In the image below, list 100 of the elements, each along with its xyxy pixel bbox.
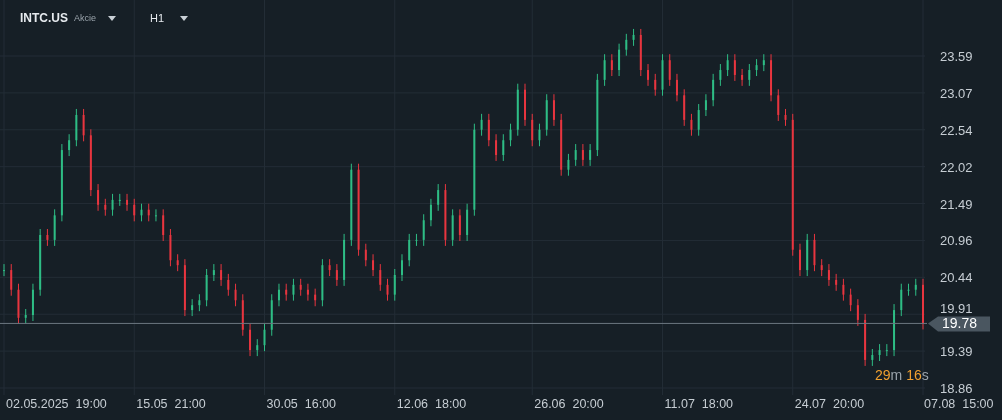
candlestick [458, 208, 461, 242]
candlestick [299, 278, 302, 297]
candlestick [610, 53, 613, 77]
timeframe-dropdown[interactable]: H1 [148, 10, 191, 26]
candlestick [531, 113, 534, 147]
candlestick [647, 63, 649, 87]
price-label: 19.78 [928, 315, 990, 332]
candlestick [690, 113, 693, 137]
candlestick [683, 88, 686, 127]
candlestick [856, 298, 859, 327]
candlestick [849, 288, 852, 312]
candlestick [900, 283, 903, 317]
candlestick [249, 323, 252, 357]
candlestick [552, 93, 555, 127]
candlestick [675, 73, 678, 102]
candlestick [495, 133, 498, 162]
candlestick [256, 338, 259, 357]
countdown-timer: 29m 16s [875, 367, 929, 383]
candlestick [878, 343, 881, 362]
candlestick [726, 53, 729, 77]
time-axis-label: 12.06 18:00 [396, 397, 467, 411]
time-axis-label: 24.07 20:00 [794, 397, 865, 411]
candlestick [46, 228, 49, 247]
candlestick [198, 293, 201, 312]
time-axis-label: 07.08 15:00 [924, 397, 994, 411]
candlestick [480, 113, 483, 137]
price-axis-label: 19.39 [940, 344, 973, 360]
candlestick [89, 128, 92, 197]
price-axis-label: 22.02 [940, 159, 973, 175]
candlestick [343, 233, 346, 287]
candlestick [907, 283, 910, 297]
candlestick [574, 143, 577, 167]
candlestick [545, 93, 548, 137]
candlestick [762, 53, 765, 72]
candlestick [401, 253, 403, 282]
candlestick [169, 228, 172, 267]
candlestick [589, 143, 592, 167]
price-axis-label: 20.96 [940, 233, 973, 249]
caret-icon [108, 15, 116, 21]
symbol-dropdown[interactable]: INTC.US Akcie [18, 9, 118, 27]
candlestick [328, 258, 331, 277]
candlestick [632, 28, 635, 47]
price-axis-label: 19.91 [940, 301, 973, 317]
candlestick [31, 283, 34, 322]
candlestick [893, 303, 896, 357]
candlestick [408, 233, 411, 267]
price-axis-label: 22.54 [940, 122, 973, 138]
candlestick [661, 53, 664, 97]
candlestick [278, 283, 280, 307]
candlestick [24, 308, 27, 325]
candlestick [53, 208, 56, 247]
candlestick [241, 293, 244, 337]
candlestick [306, 283, 309, 302]
candlestick [147, 203, 150, 222]
candlestick [748, 63, 751, 87]
candlestick [97, 183, 100, 212]
candlestick [335, 263, 338, 287]
candlestick [3, 263, 5, 277]
candlestick [75, 108, 78, 147]
price-axis-label: 23.59 [940, 49, 973, 64]
candlestick [126, 193, 128, 212]
price-axis-label: 21.49 [940, 196, 973, 212]
candlestick [292, 278, 295, 302]
candlestick [437, 183, 440, 212]
candlestick [444, 183, 447, 247]
candlestick [516, 83, 519, 137]
caret-icon [180, 15, 189, 21]
candlestick [205, 268, 208, 307]
candlestick [835, 273, 838, 292]
candlestick [755, 58, 758, 77]
candlestick [487, 113, 490, 147]
candlestick [806, 233, 809, 277]
candlestick [567, 153, 570, 177]
candlestick [314, 288, 317, 307]
candlestick [104, 198, 107, 217]
candlestick [183, 258, 186, 317]
candlestick [770, 53, 773, 102]
candlestick [654, 73, 657, 97]
candlestick [820, 258, 823, 277]
candlestick [813, 233, 816, 272]
candlestick [639, 28, 642, 77]
candlestick [133, 198, 136, 222]
candlestick [697, 103, 700, 137]
candlestick [263, 323, 266, 352]
price-axis-label: 23.07 [940, 85, 973, 101]
candlestick [799, 243, 801, 277]
candlestick [429, 198, 432, 227]
time-axis-label: 26.06 20:00 [534, 397, 604, 411]
candlestick [719, 63, 722, 87]
candlestick [227, 273, 230, 297]
candlestick [466, 203, 469, 242]
candlestick [372, 253, 375, 277]
candlestick [39, 228, 42, 297]
candlestick [842, 278, 845, 302]
candlestick [285, 283, 288, 302]
candlestick [415, 233, 418, 247]
candlestick [704, 93, 707, 117]
candlestick [234, 283, 237, 307]
candlestick [618, 43, 621, 77]
candlestick [885, 343, 888, 357]
